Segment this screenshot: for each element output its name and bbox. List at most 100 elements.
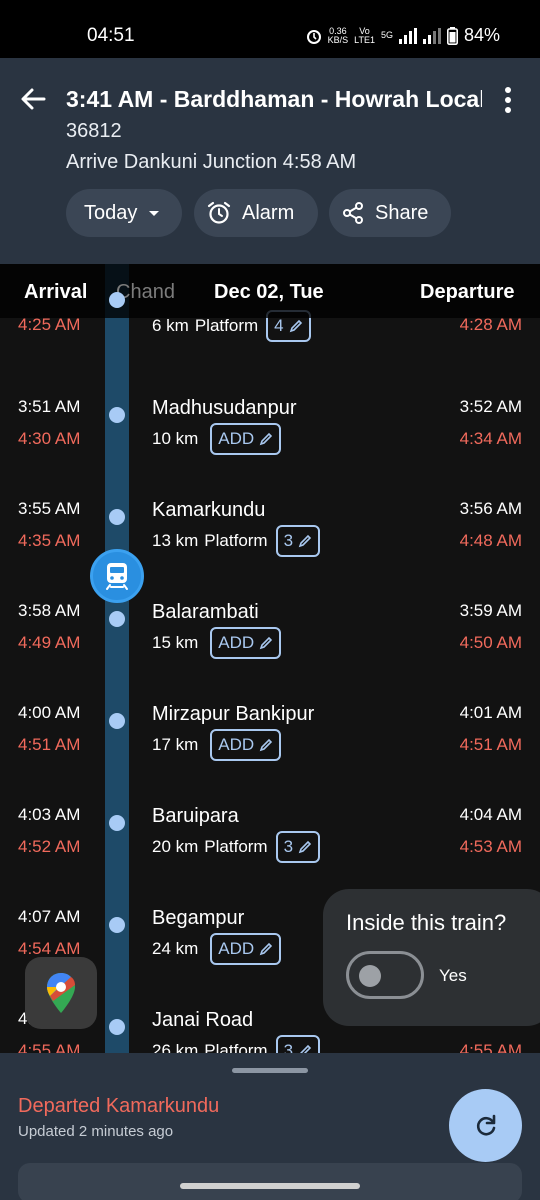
station-distance: 24 km [152,939,199,958]
station-name: Mirzapur Bankipur [152,703,315,725]
station-name: Janai Road [152,1009,254,1031]
inside-train-toggle[interactable] [346,951,424,999]
station-name: Baruipara [152,805,239,827]
add-platform-label: ADD [218,633,255,652]
status-bar: 04:51 0.36 KB/S Vo LTE1 5G 84% [0,0,540,58]
edit-pencil-icon [259,942,273,956]
station-name: Balarambati [152,601,259,623]
station-meta: 10 km ADD [152,423,282,455]
column-header: Chand Arrival Dec 02, Tue Departure [0,264,540,318]
departure-actual: 4:28 AM [459,315,522,334]
add-platform-button[interactable]: ADD [210,729,282,761]
departure-actual: 4:50 AM [459,633,522,652]
station-dot [109,292,125,308]
arrival-info: Arrive Dankuni Junction 4:58 AM [66,151,357,173]
dropdown-icon [149,211,160,216]
alarm-icon [207,201,231,224]
arrival-scheduled: 3:55 AM [18,499,81,518]
station-row[interactable]: 3:51 AM 4:30 AM Madhusudanpur 10 km ADD … [0,394,540,496]
arrival-actual: 4:49 AM [18,633,81,652]
net-speed: 0.36 KB/S [327,25,349,45]
add-platform-button[interactable]: ADD [210,627,282,659]
sheet-card [18,1163,522,1200]
station-distance: 13 km [152,531,199,550]
departure-scheduled: 4:04 AM [459,805,522,824]
train-icon [106,563,128,590]
add-platform-button[interactable]: ADD [210,423,282,455]
last-updated: Updated 2 minutes ago [18,1123,174,1140]
station-meta: 20 km Platform 3 [152,831,321,863]
battery-icon [446,26,458,45]
station-name: Madhusudanpur [152,397,297,419]
share-icon [343,202,363,224]
station-meta: 24 km ADD [152,933,282,965]
platform-label: Platform [204,531,268,550]
station-row[interactable]: 3:55 AM 4:35 AM Kamarkundu 13 km Platfor… [0,496,540,598]
add-platform-button[interactable]: ADD [210,933,282,965]
station-dot [109,407,125,423]
alarm-status-icon [306,29,321,44]
platform-button[interactable]: 3 [275,1035,321,1054]
sheet-handle[interactable] [232,1068,308,1073]
platform-label: Platform [194,316,259,335]
edit-pencil-icon [298,534,312,548]
add-platform-label: ADD [218,429,255,448]
train-position-marker[interactable] [90,549,144,603]
departure-scheduled: 4:01 AM [459,703,522,722]
running-status: Departed Kamarkundu [18,1095,220,1117]
departure-actual: 4:51 AM [459,735,522,754]
share-chip[interactable]: Share [329,189,451,237]
departure-scheduled: 3:52 AM [459,397,522,416]
arrival-actual: 4:54 AM [18,939,81,958]
kebab-menu-icon[interactable] [496,86,520,114]
edit-pencil-icon [259,738,273,752]
station-distance: 10 km [152,429,199,448]
station-distance: 6 km [152,316,189,335]
platform-button[interactable]: 3 [275,525,321,557]
add-platform-label: ADD [218,939,255,958]
status-time: 04:51 [87,25,135,46]
arrival-scheduled: 4:03 AM [18,805,81,824]
alarm-chip[interactable]: Alarm [194,189,318,237]
toggle-label: Yes [439,966,467,985]
station-row[interactable]: 3:58 AM 4:49 AM Balarambati 15 km ADD 3:… [0,598,540,700]
station-meta: 13 km Platform 3 [152,525,321,557]
station-distance: 15 km [152,633,199,652]
volte-indicator: Vo LTE1 [354,25,375,45]
arrival-scheduled: 3:51 AM [18,397,81,416]
back-arrow-icon[interactable] [18,84,48,114]
train-number: 36812 [66,120,122,142]
platform-number: 4 [274,316,284,335]
station-name: Kamarkundu [152,499,266,521]
station-dot [109,611,125,627]
signal-icon [398,27,417,44]
departure-header: Departure [420,281,515,303]
departure-actual: 4:48 AM [459,531,522,550]
station-dot [109,917,125,933]
arrival-actual: 4:51 AM [18,735,81,754]
station-meta: 17 km ADD [152,729,282,761]
system-nav-bar[interactable] [180,1183,360,1189]
departure-scheduled: 3:59 AM [459,601,522,620]
edit-pencil-icon [259,636,273,650]
today-chip[interactable]: Today [66,189,182,237]
share-label: Share [375,201,429,224]
arrival-header: Arrival [24,281,88,303]
platform-button[interactable]: 3 [275,831,321,863]
station-meta: 15 km ADD [152,627,282,659]
arrival-scheduled: 4:07 AM [18,907,81,926]
edit-pencil-icon [298,840,312,854]
departure-actual: 4:53 AM [459,837,522,856]
arrival-actual: 4:25 AM [18,315,81,334]
refresh-icon [476,1114,495,1135]
date-header: Dec 02, Tue [214,281,324,303]
station-row[interactable]: 4:00 AM 4:51 AM Mirzapur Bankipur 17 km … [0,700,540,802]
arrival-actual: 4:30 AM [18,429,81,448]
refresh-button[interactable] [449,1089,522,1162]
inside-train-card: Inside this train? Yes [323,889,540,1026]
departure-scheduled: 3:56 AM [459,499,522,518]
toggle-knob [359,965,381,987]
edit-pencil-icon [259,432,273,446]
platform-number: 3 [283,837,294,856]
google-maps-button[interactable] [25,957,97,1029]
